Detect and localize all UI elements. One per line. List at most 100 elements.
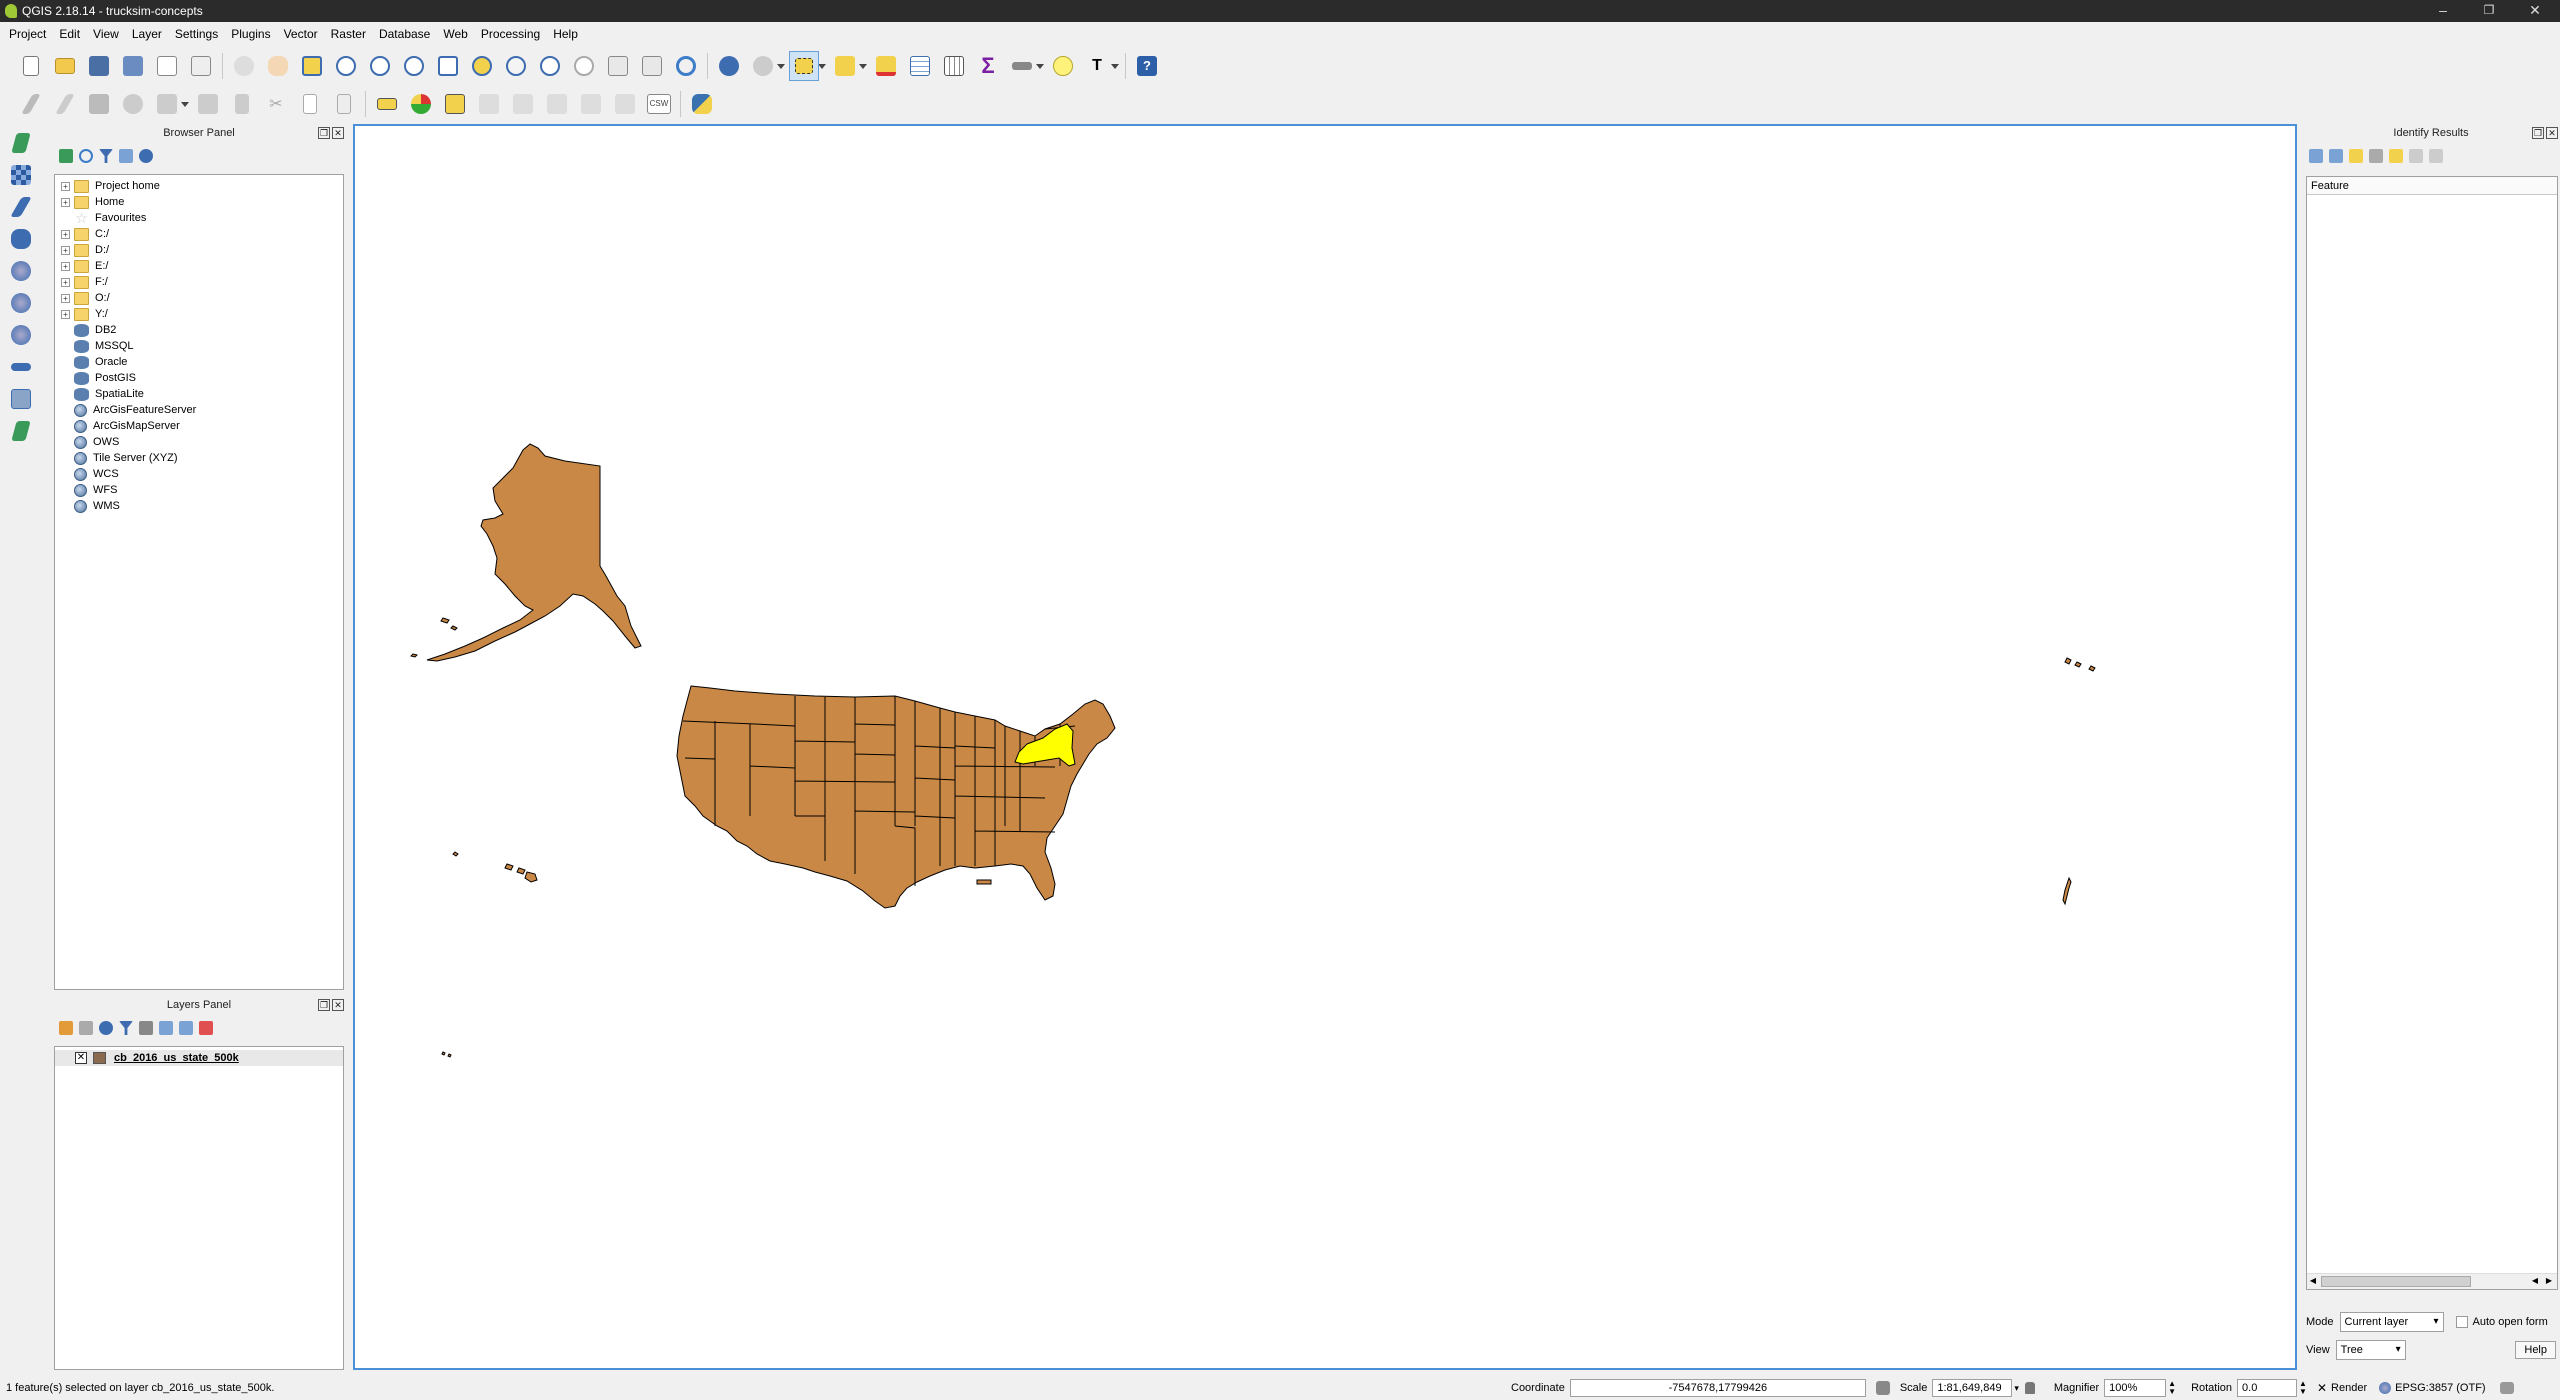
territory-samoa[interactable] [2062,876,2072,906]
browser-item[interactable]: + F:/ [55,274,343,290]
expand-icon[interactable]: + [61,229,70,239]
lock-icon[interactable] [2024,1382,2035,1394]
measure-line-button[interactable] [1007,51,1037,81]
new-bookmark-button[interactable] [603,51,633,81]
zoom-full-button[interactable] [433,51,463,81]
scale-field[interactable]: 1:81,649,849 [1932,1379,2013,1397]
magnifier-spin-icon[interactable]: ▲ ▼ [2168,1380,2176,1396]
browser-item[interactable]: + E:/ [55,258,343,274]
messages-icon[interactable] [2499,1382,2514,1394]
menu-vector[interactable]: Vector [279,27,323,41]
select-features-button[interactable] [789,51,819,81]
browser-item[interactable]: OWS [55,434,343,450]
expand-icon[interactable]: + [61,181,70,191]
browser-item[interactable]: DB2 [55,322,343,338]
expand-icon[interactable]: + [61,293,70,303]
close-panel-icon[interactable]: ✕ [332,127,344,139]
rotate-label-button[interactable] [576,89,606,119]
close-panel-icon[interactable]: ✕ [2546,127,2558,139]
browser-item[interactable]: MSSQL [55,338,343,354]
attribute-table-button[interactable] [905,51,935,81]
close-button[interactable]: ✕ [2512,0,2558,22]
expand-icon[interactable]: + [61,197,70,207]
browser-item[interactable]: Oracle [55,354,343,370]
zoom-to-selection-button[interactable] [467,51,497,81]
select-feature-icon[interactable] [2389,149,2403,163]
menu-web[interactable]: Web [438,27,472,41]
expand-new-results-icon[interactable] [2349,149,2363,163]
node-tool-button[interactable] [193,89,223,119]
filter-legend-icon[interactable] [119,1021,133,1035]
metasearch-button[interactable]: CSW [644,89,674,119]
filter-icon[interactable] [99,149,113,163]
auto-open-form-checkbox[interactable] [2455,1316,2468,1328]
state-hawaii[interactable] [452,851,538,883]
menu-view[interactable]: View [88,27,124,41]
remove-layer-icon[interactable] [199,1021,213,1035]
collapse-all-icon[interactable] [179,1021,193,1035]
scroll-left-icon[interactable]: ◀ [2307,1276,2319,1288]
deselect-features-button[interactable] [871,51,901,81]
map-tips-button[interactable] [748,51,778,81]
pin-labels-button[interactable] [474,89,504,119]
menu-plugins[interactable]: Plugins [226,27,275,41]
minimize-button[interactable]: – [2420,0,2466,22]
browser-item[interactable]: WMS [55,498,343,514]
feature-column-header[interactable]: Feature [2307,177,2557,195]
float-panel-icon[interactable]: ❐ [318,999,330,1011]
scale-dropdown-icon[interactable]: ▾ [2014,1383,2019,1394]
state-alaska[interactable] [426,443,642,662]
expand-icon[interactable]: + [61,277,70,287]
add-virtual-layer-button[interactable] [5,384,37,414]
mode-select[interactable]: Current layer [2339,1312,2444,1332]
browser-item[interactable]: + C:/ [55,226,343,242]
add-layer-icon[interactable] [59,149,73,163]
text-annotation-button[interactable]: T [1082,51,1112,81]
browser-item[interactable]: ArcGisFeatureServer [55,402,343,418]
refresh-button[interactable] [671,51,701,81]
identify-features-button[interactable] [714,51,744,81]
browser-item[interactable]: WFS [55,482,343,498]
save-as-button[interactable] [118,51,148,81]
browser-item[interactable]: Tile Server (XYZ) [55,450,343,466]
restore-button[interactable]: ❐ [2466,0,2512,22]
expand-icon[interactable]: + [61,261,70,271]
zoom-out-button[interactable] [365,51,395,81]
crs-globe-icon[interactable] [2379,1382,2392,1394]
pan-to-selection-button[interactable] [297,51,327,81]
print-results-icon[interactable] [2429,149,2443,163]
collapse-tree-icon[interactable] [2329,149,2343,163]
add-vector-layer-button[interactable] [5,128,37,158]
change-label-button[interactable] [610,89,640,119]
add-postgis-layer-button[interactable] [5,224,37,254]
python-console-button[interactable] [687,89,717,119]
render-checkbox[interactable]: ✕ [2317,1381,2327,1395]
cut-features-button[interactable]: ✂ [261,89,291,119]
expand-icon[interactable]: + [61,309,70,319]
composer-manager-button[interactable] [186,51,216,81]
coordinate-field[interactable]: -7547678,17799426 [1569,1379,1866,1397]
menu-settings[interactable]: Settings [170,27,223,41]
horizontal-scrollbar[interactable]: ◀ ◀ ▶ [2307,1273,2557,1289]
add-wcs-layer-button[interactable] [5,288,37,318]
highlight-pinned-labels-button[interactable] [440,89,470,119]
minor-islands[interactable] [441,1051,452,1058]
zoom-in-button[interactable] [331,51,361,81]
show-hide-labels-button[interactable] [508,89,538,119]
menu-help[interactable]: Help [548,27,583,41]
close-panel-icon[interactable]: ✕ [332,999,344,1011]
filter-expression-icon[interactable] [139,1021,153,1035]
menu-raster[interactable]: Raster [326,27,371,41]
zoom-next-button[interactable] [569,51,599,81]
rotation-field[interactable]: 0.0 [2237,1379,2298,1397]
map-canvas[interactable] [353,124,2297,1370]
browser-item[interactable]: WCS [55,466,343,482]
manage-visibility-icon[interactable] [99,1021,113,1035]
layer-row[interactable]: ✕ cb_2016_us_state_500k [55,1050,343,1066]
move-feature-button[interactable] [152,89,182,119]
add-wfs-layer-button[interactable] [5,320,37,350]
browser-item[interactable]: ☆ Favourites [55,210,343,226]
help-button[interactable]: ? [1132,51,1162,81]
refresh-icon[interactable] [79,149,93,163]
browser-item[interactable]: ArcGisMapServer [55,418,343,434]
